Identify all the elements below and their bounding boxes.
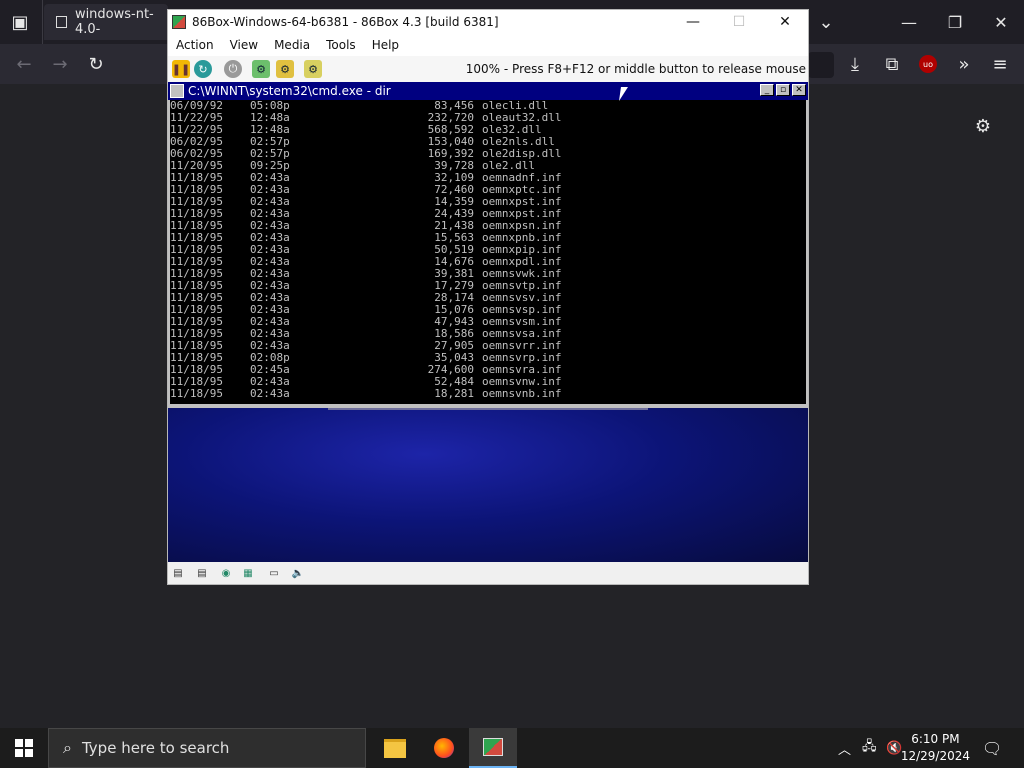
notifications-icon[interactable]: 🗨: [982, 728, 1002, 768]
vm-maximize-button[interactable]: ☐: [716, 10, 762, 34]
vm-close-button[interactable]: ✕: [762, 10, 808, 34]
vm-window: 86Box-Windows-64-b6381 - 86Box 4.3 [buil…: [168, 10, 808, 584]
cmd-icon: [170, 84, 184, 98]
reload-icon[interactable]: ↻: [82, 50, 110, 78]
vm-status-text: 100% - Press F8+F12 or middle button to …: [465, 62, 806, 76]
cmd-minimize-button[interactable]: _: [760, 84, 774, 96]
dir-row: 11/18/95 02:43a 18,281 oemnsvnb.inf: [170, 388, 806, 400]
menu-help[interactable]: Help: [364, 38, 407, 52]
emulated-screen[interactable]: C:\WINNT\system32\cmd.exe - dir _ ▫ ✕ 06…: [168, 82, 808, 562]
start-button[interactable]: [0, 728, 48, 768]
cmd-output[interactable]: 06/09/92 05:08p 83,456 olecli.dll 11/22/95 12…: [170, 100, 806, 404]
floppy-a-icon[interactable]: ▤: [170, 565, 186, 581]
url-bar-edge[interactable]: [808, 52, 834, 78]
floppy-b-icon[interactable]: ▤: [194, 565, 210, 581]
firefox-icon: [434, 738, 454, 758]
cmd-title-bar[interactable]: C:\WINNT\system32\cmd.exe - dir: [168, 82, 808, 100]
browser-tab-title: windows-nt-4.0-: [74, 7, 154, 37]
vm-toolbar: ❚❚ ↻ ⏻ ⚙ ⚙ ⚙ 100% - Press F8+F12 or midd…: [168, 56, 808, 82]
vm-title: 86Box-Windows-64-b6381 - 86Box 4.3 [buil…: [192, 15, 499, 29]
menu-view[interactable]: View: [222, 38, 266, 52]
cdrom-icon[interactable]: ◉: [218, 565, 234, 581]
minimize-button[interactable]: —: [886, 0, 932, 44]
86box-taskbar-button[interactable]: [469, 728, 517, 768]
cmd-title: C:\WINNT\system32\cmd.exe - dir: [188, 84, 391, 98]
gear-icon[interactable]: ⚙: [969, 112, 997, 140]
cmd-close-button[interactable]: ✕: [792, 84, 806, 96]
tray-chevron-icon[interactable]: ︿: [838, 728, 851, 768]
cmd-window: C:\WINNT\system32\cmd.exe - dir _ ▫ ✕ 06…: [168, 82, 808, 408]
network-tray-icon[interactable]: 🖧: [862, 728, 877, 768]
desktop-divider: [328, 408, 648, 410]
restore-button[interactable]: ❐: [932, 0, 978, 44]
menu-tools[interactable]: Tools: [318, 38, 364, 52]
firefox-button[interactable]: [420, 728, 468, 768]
reset-icon[interactable]: ↻: [194, 60, 212, 78]
taskbar: ⌕ Type here to search ︿ 🖧 🔇 6:10 PM 12/2…: [0, 728, 1024, 768]
tab-separator: [42, 0, 43, 44]
settings-icon[interactable]: ⚙: [304, 60, 322, 78]
search-placeholder: Type here to search: [81, 739, 230, 757]
browser-tab[interactable]: windows-nt-4.0-: [44, 4, 168, 40]
volume-muted-icon[interactable]: 🔇: [886, 728, 902, 768]
vm-menu-bar: Action View Media Tools Help: [168, 34, 808, 56]
back-icon[interactable]: ←: [10, 50, 38, 78]
dir-date: 11/18/95: [170, 387, 223, 400]
taskbar-search[interactable]: ⌕ Type here to search: [48, 728, 366, 768]
file-explorer-button[interactable]: [371, 728, 419, 768]
86box-icon: [483, 738, 503, 756]
download-icon[interactable]: ⤓: [841, 50, 869, 78]
search-icon: ⌕: [63, 738, 72, 757]
cmd-maximize-button[interactable]: ▫: [776, 84, 790, 96]
hamburger-menu-icon[interactable]: ≡: [986, 50, 1014, 78]
clock-time: 6:10 PM: [911, 732, 960, 746]
menu-action[interactable]: Action: [168, 38, 222, 52]
folder-icon: [384, 738, 406, 758]
nt-desktop[interactable]: [168, 408, 808, 562]
tab-overview-icon[interactable]: ▣: [6, 8, 34, 36]
chevron-down-icon[interactable]: ⌄: [812, 8, 840, 36]
ctrl-alt-del-icon[interactable]: ⚙: [252, 60, 270, 78]
dir-size: 18,281: [434, 387, 474, 400]
pause-icon[interactable]: ❚❚: [172, 60, 190, 78]
sound-icon[interactable]: 🔈: [290, 565, 306, 581]
forward-icon[interactable]: →: [46, 50, 74, 78]
dir-filename: oemnsvnb.inf: [482, 387, 562, 400]
extensions-icon[interactable]: ⧉: [878, 50, 906, 78]
hdd-icon[interactable]: ▦: [240, 565, 256, 581]
vm-status-bar: ▤ ▤ ◉ ▦ ▭ 🔈: [168, 562, 808, 584]
dir-time: 02:43a: [250, 387, 290, 400]
close-button[interactable]: ✕: [978, 0, 1024, 44]
network-icon[interactable]: ▭: [266, 565, 282, 581]
taskbar-clock[interactable]: 6:10 PM 12/29/2024: [901, 731, 970, 765]
menu-media[interactable]: Media: [266, 38, 318, 52]
windows-logo-icon: [15, 739, 33, 757]
vm-minimize-button[interactable]: —: [670, 10, 716, 34]
overflow-icon[interactable]: »: [950, 50, 978, 78]
power-icon[interactable]: ⏻: [224, 60, 242, 78]
86box-icon: [172, 15, 186, 29]
ctrl-alt-esc-icon[interactable]: ⚙: [276, 60, 294, 78]
clock-date: 12/29/2024: [900, 749, 970, 763]
ublock-icon[interactable]: uo: [919, 55, 937, 73]
library-icon: [56, 16, 67, 28]
